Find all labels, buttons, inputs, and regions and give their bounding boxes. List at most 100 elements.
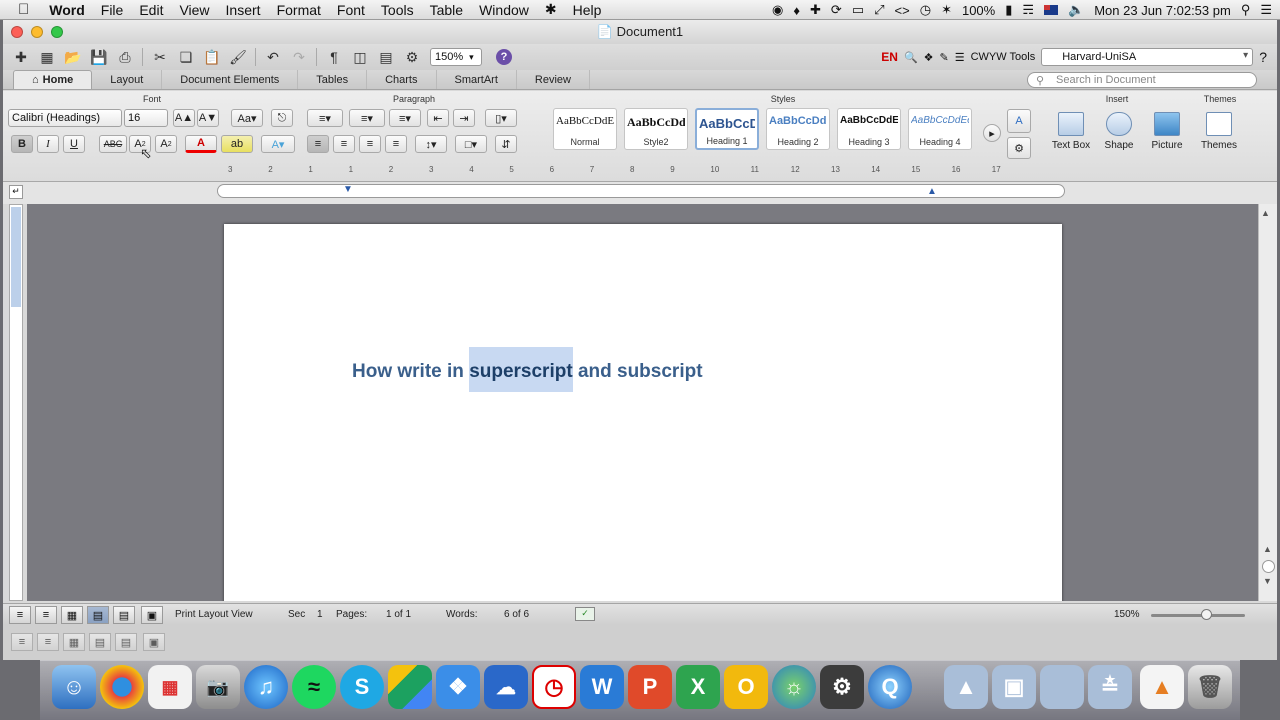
document-page[interactable]: How write in superscript and subscript xyxy=(224,224,1062,601)
itunes-icon[interactable]: ♫ xyxy=(244,665,288,709)
tab-charts[interactable]: Charts xyxy=(367,70,437,89)
redo-icon[interactable]: ↷ xyxy=(287,46,311,68)
tab-review[interactable]: Review xyxy=(517,70,590,89)
word-icon[interactable]: W xyxy=(580,665,624,709)
menu-file[interactable]: File xyxy=(93,2,132,18)
vertical-scrollbar[interactable]: ▲ ▲ ▼ xyxy=(1258,204,1277,601)
copy-icon[interactable]: ❏ xyxy=(174,46,198,68)
multilevel-list-button[interactable]: ≡▾ xyxy=(389,109,421,127)
cut-icon[interactable]: ✂ xyxy=(148,46,172,68)
menu-window[interactable]: Window xyxy=(471,2,537,18)
document-heading[interactable]: How write in superscript and subscript xyxy=(352,347,703,392)
strikethrough-button[interactable]: ABC xyxy=(99,135,127,153)
menu-view[interactable]: View xyxy=(171,2,217,18)
highlight-button[interactable]: ab xyxy=(221,135,253,153)
edit-citation-icon[interactable]: ✎ xyxy=(940,51,949,64)
notification-center-icon[interactable]: ☰ xyxy=(1260,2,1272,18)
justify-button[interactable]: ≡ xyxy=(385,135,407,153)
style-heading-2[interactable]: AaBbCcDdE Heading 2 xyxy=(766,108,830,150)
folder-icon[interactable] xyxy=(1040,665,1084,709)
wifi-icon[interactable]: ☴ xyxy=(1022,2,1034,18)
google-drive-icon[interactable] xyxy=(388,665,432,709)
insert-picture-button[interactable]: Picture xyxy=(1145,112,1189,156)
scroll-up-icon[interactable]: ▲ xyxy=(1261,208,1274,222)
help-button[interactable]: ? xyxy=(492,46,516,68)
menu-format[interactable]: Format xyxy=(269,2,329,18)
style-heading-1[interactable]: AaBbCcD Heading 1 xyxy=(695,108,759,150)
excel-icon[interactable]: X xyxy=(676,665,720,709)
menu-app-word[interactable]: Word xyxy=(41,2,93,18)
onedrive-icon[interactable]: ☁ xyxy=(484,665,528,709)
publishing-view-button[interactable]: ▦ xyxy=(61,606,83,624)
vertical-ruler[interactable] xyxy=(9,204,23,601)
globe-icon[interactable]: ☼ xyxy=(772,665,816,709)
style-normal[interactable]: AaBbCcDdE Normal xyxy=(553,108,617,150)
zoom-select[interactable]: 150% ▾ xyxy=(430,48,482,66)
templates-icon[interactable]: ▦ xyxy=(35,46,59,68)
tab-selector-icon[interactable]: ↵ xyxy=(9,185,23,199)
citation-style-select[interactable]: Harvard-UniSA xyxy=(1041,48,1254,66)
trash-icon[interactable]: 🗑 xyxy=(1188,665,1232,709)
styles-next-arrow-icon[interactable]: ▸ xyxy=(983,124,1001,142)
insert-shape-button[interactable]: Shape xyxy=(1097,112,1141,156)
font-color-button[interactable]: A xyxy=(185,135,217,153)
italic-button[interactable]: I xyxy=(37,135,59,153)
tab-smartart[interactable]: SmartArt xyxy=(437,70,517,89)
endnote-help-icon[interactable]: ? xyxy=(1259,49,1267,65)
spotlight-search-icon[interactable]: ⚲ xyxy=(1241,2,1251,18)
script-menu-icon[interactable]: ✱ xyxy=(537,1,565,18)
tab-layout[interactable]: Layout xyxy=(92,70,163,89)
display-icon[interactable]: ▭ xyxy=(852,2,864,18)
documents-folder-icon[interactable]: ▣ xyxy=(992,665,1036,709)
finder-icon[interactable]: ☺ xyxy=(52,665,96,709)
outlook-icon[interactable]: O xyxy=(724,665,768,709)
zoom-slider-thumb[interactable] xyxy=(1201,609,1212,620)
change-case-button[interactable]: Aa▾ xyxy=(231,109,263,127)
style-heading-3[interactable]: AaBbCcDdEe Heading 3 xyxy=(837,108,901,150)
tab-tables[interactable]: Tables xyxy=(298,70,368,89)
bold-button[interactable]: B xyxy=(11,135,33,153)
tab-document-elements[interactable]: Document Elements xyxy=(162,70,299,89)
outline-view-button[interactable]: ≡ xyxy=(37,633,59,651)
chrome-icon[interactable] xyxy=(100,665,144,709)
style-heading-4[interactable]: AaBbCcDdEe Heading 4 xyxy=(908,108,972,150)
align-right-button[interactable]: ≡ xyxy=(359,135,381,153)
menu-table[interactable]: Table xyxy=(422,2,471,18)
preview-icon[interactable]: 📷 xyxy=(196,665,240,709)
underline-button[interactable]: U xyxy=(63,135,85,153)
columns-button[interactable]: ▯▾ xyxy=(485,109,517,127)
manage-styles-icon[interactable]: ⚙ xyxy=(1007,137,1031,159)
sort-button[interactable]: ⇵ xyxy=(495,135,517,153)
toolbox-icon[interactable]: ⚙ xyxy=(400,46,424,68)
publishing-view-button[interactable]: ▦ xyxy=(63,633,85,651)
bullets-button[interactable]: ≡▾ xyxy=(307,109,343,127)
quicktime-icon[interactable]: Q xyxy=(868,665,912,709)
indent-marker-icon[interactable]: ▼ xyxy=(343,184,353,195)
increase-indent-button[interactable]: ⇥ xyxy=(453,109,475,127)
themes-button[interactable]: Themes xyxy=(1197,112,1241,156)
menu-insert[interactable]: Insert xyxy=(218,2,269,18)
steam-icon[interactable]: ⚙ xyxy=(820,665,864,709)
plus-icon[interactable]: ✚ xyxy=(810,2,821,18)
notebook-view-button[interactable]: ▤ xyxy=(113,606,135,624)
time-machine-icon[interactable]: ◷ xyxy=(920,2,931,18)
new-document-icon[interactable]: ✚ xyxy=(9,46,33,68)
zoom-slider[interactable] xyxy=(1151,614,1245,617)
find-citation-icon[interactable]: 🔍 xyxy=(904,51,918,64)
print-icon[interactable]: ⎙ xyxy=(113,46,137,68)
powerpoint-icon[interactable]: P xyxy=(628,665,672,709)
shrink-font-button[interactable]: A▼ xyxy=(197,109,219,127)
menu-help[interactable]: Help xyxy=(565,2,610,18)
cwyw-tools-menu[interactable]: CWYW Tools xyxy=(971,51,1036,63)
heading-selected-text[interactable]: superscript xyxy=(469,347,573,392)
volume-icon[interactable]: 🔈 xyxy=(1068,2,1084,18)
notebook-view-button[interactable]: ▤ xyxy=(115,633,137,651)
clock[interactable]: Mon 23 Jun 7:02:53 pm xyxy=(1094,3,1231,18)
clear-formatting-button[interactable]: ⎋ xyxy=(271,109,293,127)
spotify-icon[interactable]: ≈ xyxy=(292,665,336,709)
dropbox-icon[interactable]: ❖ xyxy=(436,665,480,709)
draft-view-button[interactable]: ≡ xyxy=(11,633,33,651)
font-name-select[interactable]: Calibri (Headings) xyxy=(8,109,122,127)
insert-citation-icon[interactable]: ❖ xyxy=(924,51,934,64)
search-in-document-input[interactable]: ⚲ Search in Document xyxy=(1027,72,1257,88)
